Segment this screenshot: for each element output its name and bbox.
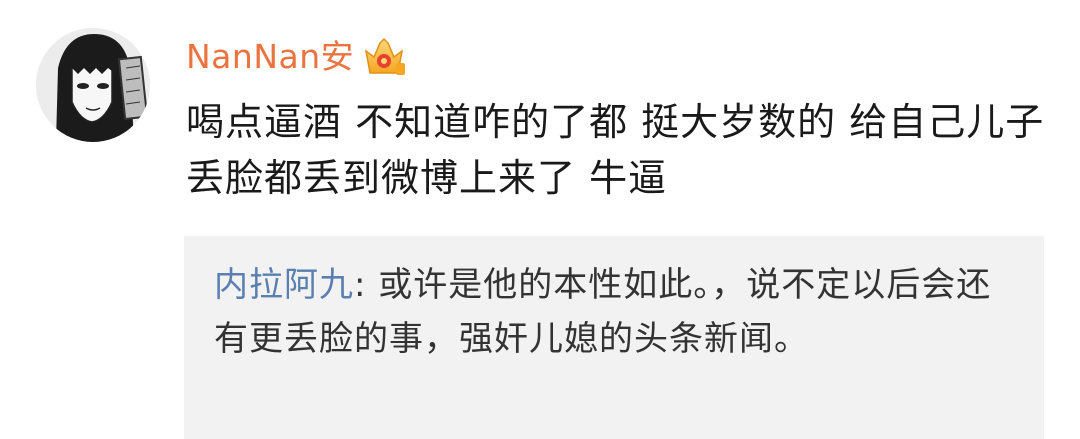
comment-username[interactable]: NanNan安 xyxy=(186,32,354,82)
vip-crown-icon[interactable] xyxy=(362,37,406,77)
comment-item: NanNan安 喝点逼酒 不知道咋的了都 挺大岁数的 给自己儿子丢脸都丢到微博上… xyxy=(0,0,1080,439)
avatar[interactable] xyxy=(36,28,150,142)
avatar-illustration xyxy=(36,28,150,142)
reply-body: 内拉阿九: 或许是他的本性如此。，说不定以后会还有更丢脸的事，强奸儿媳的头条新闻… xyxy=(214,258,1014,366)
reply-separator: : xyxy=(354,265,379,305)
reply-username[interactable]: 内拉阿九 xyxy=(214,265,354,305)
comment-body: 喝点逼酒 不知道咋的了都 挺大岁数的 给自己儿子丢脸都丢到微博上来了 牛逼 xyxy=(186,100,1045,200)
reply-box[interactable]: 内拉阿九: 或许是他的本性如此。，说不定以后会还有更丢脸的事，强奸儿媳的头条新闻… xyxy=(184,236,1044,439)
comment-header: NanNan安 xyxy=(186,32,406,82)
